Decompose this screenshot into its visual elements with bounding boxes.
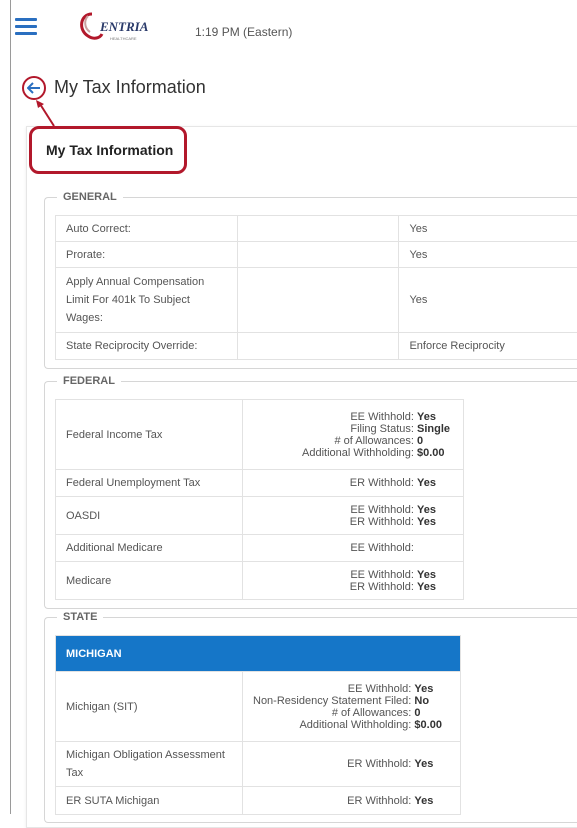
general-table: Auto Correct: Yes Prorate: Yes Apply Ann…: [55, 215, 577, 360]
state-section: STATE MICHIGAN Michigan (SIT) EE Withhol…: [44, 611, 577, 823]
federal-section: FEDERAL Federal Income Tax EE Withhold: …: [44, 375, 577, 609]
state-banner-row: MICHIGAN: [56, 636, 461, 672]
table-row: Federal Unemployment Tax ER Withhold: Ye…: [56, 470, 464, 497]
federal-legend: FEDERAL: [57, 375, 121, 387]
table-row: Federal Income Tax EE Withhold: Yes Fili…: [56, 400, 464, 470]
table-row: Additional Medicare EE Withhold:: [56, 535, 464, 562]
top-bar: ENTRIA HEALTHCARE 1:19 PM (Eastern): [0, 0, 577, 64]
state-table: MICHIGAN Michigan (SIT) EE Withhold: Yes…: [55, 635, 461, 815]
table-row: Medicare EE Withhold: Yes ER Withhold: Y…: [56, 562, 464, 600]
centria-logo[interactable]: ENTRIA HEALTHCARE: [74, 10, 164, 44]
federal-table: Federal Income Tax EE Withhold: Yes Fili…: [55, 399, 464, 600]
tax-info-card: My Tax Information GENERAL Auto Correct:…: [26, 126, 577, 828]
michigan-banner: MICHIGAN: [56, 636, 461, 672]
svg-text:HEALTHCARE: HEALTHCARE: [110, 36, 137, 41]
table-row: State Reciprocity Override: Enforce Reci…: [56, 333, 577, 360]
state-legend: STATE: [57, 611, 103, 623]
card-title: My Tax Information: [29, 126, 187, 174]
general-legend: GENERAL: [57, 191, 123, 203]
table-row: Michigan (SIT) EE Withhold: Yes Non-Resi…: [56, 672, 461, 742]
table-row: Prorate: Yes: [56, 242, 577, 268]
callout-arrow: [0, 0, 80, 140]
current-time: 1:19 PM (Eastern): [195, 25, 292, 39]
table-row: Apply Annual Compensation Limit For 401k…: [56, 268, 577, 333]
table-row: Auto Correct: Yes: [56, 216, 577, 242]
table-row: OASDI EE Withhold: Yes ER Withhold: Yes: [56, 497, 464, 535]
table-row: ER SUTA Michigan ER Withhold: Yes: [56, 787, 461, 815]
svg-text:ENTRIA: ENTRIA: [99, 19, 149, 34]
table-row: Michigan Obligation Assessment Tax ER Wi…: [56, 742, 461, 787]
general-section: GENERAL Auto Correct: Yes Prorate: Yes A…: [44, 191, 577, 369]
